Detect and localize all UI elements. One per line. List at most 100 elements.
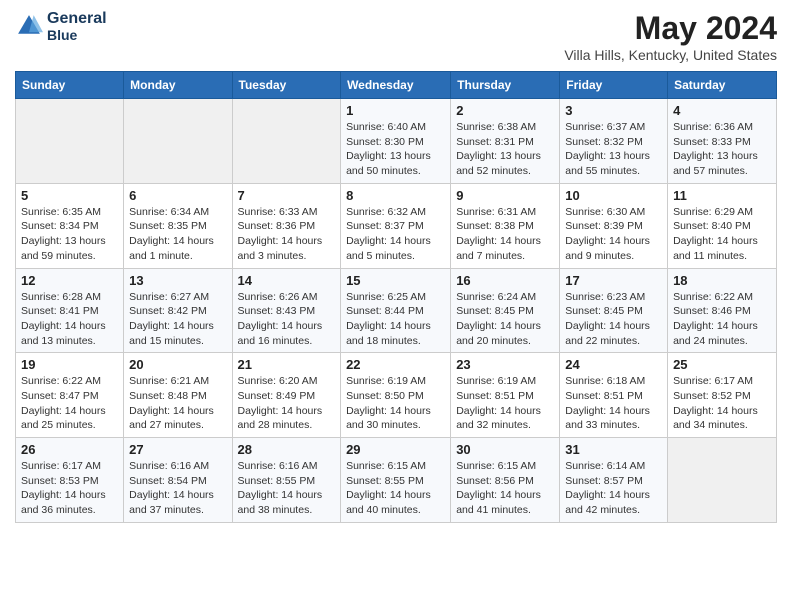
day-info: Sunrise: 6:26 AM Sunset: 8:43 PM Dayligh… bbox=[238, 290, 336, 349]
day-info: Sunrise: 6:16 AM Sunset: 8:54 PM Dayligh… bbox=[129, 459, 226, 518]
calendar-table: SundayMondayTuesdayWednesdayThursdayFrid… bbox=[15, 71, 777, 523]
day-cell: 27 Sunrise: 6:16 AM Sunset: 8:54 PM Dayli… bbox=[124, 438, 232, 523]
day-cell: 31Sunrise: 6:14 AM Sunset: 8:57 PM Dayli… bbox=[560, 438, 668, 523]
day-cell: 10 Sunrise: 6:30 AM Sunset: 8:39 PM Dayli… bbox=[560, 183, 668, 268]
day-cell: 5Sunrise: 6:35 AM Sunset: 8:34 PM Daylig… bbox=[16, 183, 124, 268]
day-cell: 11 Sunrise: 6:29 AM Sunset: 8:40 PM Dayli… bbox=[668, 183, 777, 268]
day-cell: 8 Sunrise: 6:32 AM Sunset: 8:37 PM Daylig… bbox=[341, 183, 451, 268]
week-row-5: 26 Sunrise: 6:17 AM Sunset: 8:53 PM Dayli… bbox=[16, 438, 777, 523]
logo-line2: Blue bbox=[47, 28, 107, 43]
logo-line1: General bbox=[47, 10, 107, 28]
day-cell: 23 Sunrise: 6:19 AM Sunset: 8:51 PM Dayli… bbox=[451, 353, 560, 438]
day-number: 15 bbox=[346, 273, 445, 288]
day-number: 16 bbox=[456, 273, 554, 288]
col-header-sunday: Sunday bbox=[16, 72, 124, 99]
day-number: 6 bbox=[129, 188, 226, 203]
day-number: 4 bbox=[673, 103, 771, 118]
day-info: Sunrise: 6:29 AM Sunset: 8:40 PM Dayligh… bbox=[673, 205, 771, 264]
day-cell: 28Sunrise: 6:16 AM Sunset: 8:55 PM Dayli… bbox=[232, 438, 341, 523]
col-header-tuesday: Tuesday bbox=[232, 72, 341, 99]
logo-icon bbox=[15, 12, 43, 40]
day-info: Sunrise: 6:25 AM Sunset: 8:44 PM Dayligh… bbox=[346, 290, 445, 349]
day-number: 18 bbox=[673, 273, 771, 288]
day-number: 26 bbox=[21, 442, 118, 457]
day-info: Sunrise: 6:30 AM Sunset: 8:39 PM Dayligh… bbox=[565, 205, 662, 264]
day-number: 22 bbox=[346, 357, 445, 372]
day-number: 13 bbox=[129, 273, 226, 288]
day-cell: 13 Sunrise: 6:27 AM Sunset: 8:42 PM Dayli… bbox=[124, 268, 232, 353]
day-cell: 15 Sunrise: 6:25 AM Sunset: 8:44 PM Dayli… bbox=[341, 268, 451, 353]
day-info: Sunrise: 6:27 AM Sunset: 8:42 PM Dayligh… bbox=[129, 290, 226, 349]
day-number: 17 bbox=[565, 273, 662, 288]
day-number: 21 bbox=[238, 357, 336, 372]
day-number: 30 bbox=[456, 442, 554, 457]
day-cell: 21 Sunrise: 6:20 AM Sunset: 8:49 PM Dayli… bbox=[232, 353, 341, 438]
day-info: Sunrise: 6:20 AM Sunset: 8:49 PM Dayligh… bbox=[238, 374, 336, 433]
day-cell: 17 Sunrise: 6:23 AM Sunset: 8:45 PM Dayli… bbox=[560, 268, 668, 353]
day-number: 23 bbox=[456, 357, 554, 372]
day-number: 31 bbox=[565, 442, 662, 457]
day-number: 14 bbox=[238, 273, 336, 288]
day-cell: 4 Sunrise: 6:36 AM Sunset: 8:33 PM Daylig… bbox=[668, 99, 777, 184]
day-cell: 2Sunrise: 6:38 AM Sunset: 8:31 PM Daylig… bbox=[451, 99, 560, 184]
day-info: Sunrise: 6:23 AM Sunset: 8:45 PM Dayligh… bbox=[565, 290, 662, 349]
week-row-2: 5Sunrise: 6:35 AM Sunset: 8:34 PM Daylig… bbox=[16, 183, 777, 268]
day-number: 1 bbox=[346, 103, 445, 118]
day-number: 5 bbox=[21, 188, 118, 203]
day-number: 8 bbox=[346, 188, 445, 203]
day-cell: 9Sunrise: 6:31 AM Sunset: 8:38 PM Daylig… bbox=[451, 183, 560, 268]
day-info: Sunrise: 6:24 AM Sunset: 8:45 PM Dayligh… bbox=[456, 290, 554, 349]
day-number: 11 bbox=[673, 188, 771, 203]
day-number: 27 bbox=[129, 442, 226, 457]
col-header-saturday: Saturday bbox=[668, 72, 777, 99]
day-cell: 16 Sunrise: 6:24 AM Sunset: 8:45 PM Dayli… bbox=[451, 268, 560, 353]
col-header-thursday: Thursday bbox=[451, 72, 560, 99]
day-number: 2 bbox=[456, 103, 554, 118]
day-info: Sunrise: 6:31 AM Sunset: 8:38 PM Dayligh… bbox=[456, 205, 554, 264]
day-info: Sunrise: 6:21 AM Sunset: 8:48 PM Dayligh… bbox=[129, 374, 226, 433]
col-header-monday: Monday bbox=[124, 72, 232, 99]
day-cell: 14 Sunrise: 6:26 AM Sunset: 8:43 PM Dayli… bbox=[232, 268, 341, 353]
day-cell bbox=[232, 99, 341, 184]
day-number: 12 bbox=[21, 273, 118, 288]
day-info: Sunrise: 6:37 AM Sunset: 8:32 PM Dayligh… bbox=[565, 120, 662, 179]
day-cell: 1 Sunrise: 6:40 AM Sunset: 8:30 PM Daylig… bbox=[341, 99, 451, 184]
day-number: 10 bbox=[565, 188, 662, 203]
day-cell bbox=[124, 99, 232, 184]
day-info: Sunrise: 6:19 AM Sunset: 8:51 PM Dayligh… bbox=[456, 374, 554, 433]
day-cell: 12 Sunrise: 6:28 AM Sunset: 8:41 PM Dayli… bbox=[16, 268, 124, 353]
day-cell: 30Sunrise: 6:15 AM Sunset: 8:56 PM Dayli… bbox=[451, 438, 560, 523]
day-number: 29 bbox=[346, 442, 445, 457]
day-info: Sunrise: 6:17 AM Sunset: 8:53 PM Dayligh… bbox=[21, 459, 118, 518]
day-info: Sunrise: 6:32 AM Sunset: 8:37 PM Dayligh… bbox=[346, 205, 445, 264]
day-info: Sunrise: 6:40 AM Sunset: 8:30 PM Dayligh… bbox=[346, 120, 445, 179]
day-cell: 20 Sunrise: 6:21 AM Sunset: 8:48 PM Dayli… bbox=[124, 353, 232, 438]
logo-text: General Blue bbox=[47, 10, 107, 43]
day-cell: 24 Sunrise: 6:18 AM Sunset: 8:51 PM Dayli… bbox=[560, 353, 668, 438]
day-number: 19 bbox=[21, 357, 118, 372]
day-info: Sunrise: 6:17 AM Sunset: 8:52 PM Dayligh… bbox=[673, 374, 771, 433]
day-info: Sunrise: 6:16 AM Sunset: 8:55 PM Dayligh… bbox=[238, 459, 336, 518]
day-cell: 25 Sunrise: 6:17 AM Sunset: 8:52 PM Dayli… bbox=[668, 353, 777, 438]
day-info: Sunrise: 6:18 AM Sunset: 8:51 PM Dayligh… bbox=[565, 374, 662, 433]
day-cell bbox=[668, 438, 777, 523]
day-cell: 7Sunrise: 6:33 AM Sunset: 8:36 PM Daylig… bbox=[232, 183, 341, 268]
title-block: May 2024 Villa Hills, Kentucky, United S… bbox=[564, 10, 777, 63]
day-info: Sunrise: 6:19 AM Sunset: 8:50 PM Dayligh… bbox=[346, 374, 445, 433]
day-info: Sunrise: 6:36 AM Sunset: 8:33 PM Dayligh… bbox=[673, 120, 771, 179]
day-number: 3 bbox=[565, 103, 662, 118]
day-cell: 18 Sunrise: 6:22 AM Sunset: 8:46 PM Dayli… bbox=[668, 268, 777, 353]
day-number: 7 bbox=[238, 188, 336, 203]
day-info: Sunrise: 6:34 AM Sunset: 8:35 PM Dayligh… bbox=[129, 205, 226, 264]
day-info: Sunrise: 6:22 AM Sunset: 8:46 PM Dayligh… bbox=[673, 290, 771, 349]
day-info: Sunrise: 6:28 AM Sunset: 8:41 PM Dayligh… bbox=[21, 290, 118, 349]
col-header-friday: Friday bbox=[560, 72, 668, 99]
day-number: 24 bbox=[565, 357, 662, 372]
main-title: May 2024 bbox=[564, 10, 777, 47]
day-cell: 19Sunrise: 6:22 AM Sunset: 8:47 PM Dayli… bbox=[16, 353, 124, 438]
day-number: 20 bbox=[129, 357, 226, 372]
day-number: 25 bbox=[673, 357, 771, 372]
page-header: General Blue May 2024 Villa Hills, Kentu… bbox=[15, 10, 777, 63]
day-cell: 29 Sunrise: 6:15 AM Sunset: 8:55 PM Dayli… bbox=[341, 438, 451, 523]
day-info: Sunrise: 6:15 AM Sunset: 8:55 PM Dayligh… bbox=[346, 459, 445, 518]
